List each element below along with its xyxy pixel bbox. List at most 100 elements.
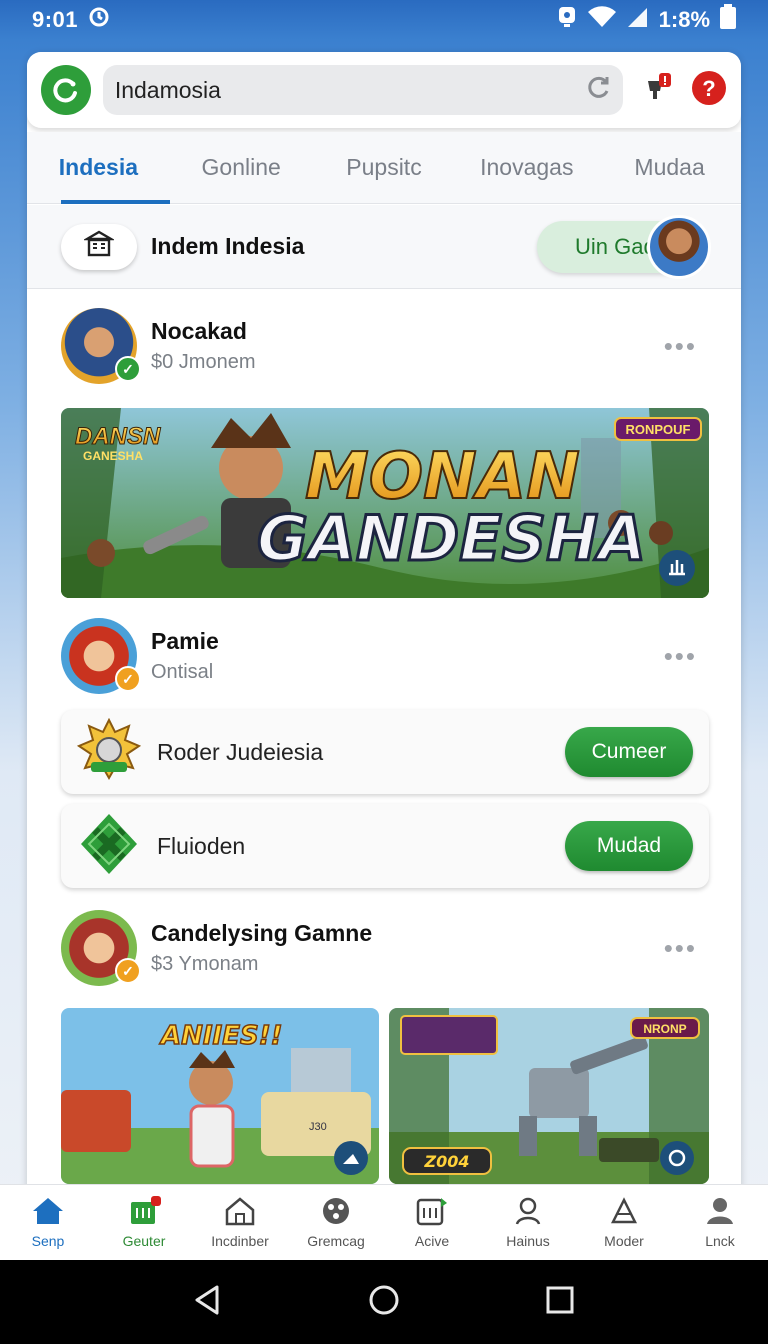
- thumb-plate: J30: [309, 1121, 327, 1133]
- person-pin-icon: [511, 1196, 545, 1229]
- post-author[interactable]: Candelysing Gamne: [151, 920, 372, 947]
- nav-label: Lnck: [705, 1233, 735, 1249]
- thumb-tag: NRONP: [643, 1022, 686, 1036]
- post-author[interactable]: Nocakad: [151, 318, 256, 345]
- featured-banner[interactable]: RONPOUF DANSN GANESHA MONAN GANDESHA: [61, 408, 709, 598]
- nav-item-gremcag[interactable]: Gremcag: [288, 1185, 384, 1260]
- more-options-icon[interactable]: •••: [664, 641, 697, 672]
- post-subtitle: $3 Ymonam: [151, 953, 259, 975]
- tab-inovagas[interactable]: Inovagas: [455, 132, 598, 203]
- search-field[interactable]: [102, 65, 623, 115]
- tab-gonline[interactable]: Gonline: [170, 132, 313, 203]
- wifi-icon: [587, 6, 617, 34]
- nav-label: Incdinber: [211, 1233, 269, 1249]
- nav-item-senp[interactable]: Senp: [0, 1185, 96, 1260]
- system-navigation-bar: [0, 1260, 768, 1344]
- help-icon: ?: [691, 70, 727, 111]
- post-header: ✓ Nocakad $0 Jmonem •••: [61, 308, 707, 384]
- game-thumbnail[interactable]: NRONP Z004: [389, 1008, 709, 1184]
- avatar[interactable]: ✓: [61, 308, 141, 384]
- building-icon: [82, 229, 116, 264]
- community-header: Indem Indesia Uin Gads: [27, 205, 741, 289]
- post-header: ✓ Candelysing Gamne $3 Ymonam •••: [61, 910, 707, 986]
- tab-indesia[interactable]: Indesia: [27, 132, 170, 204]
- game-action-button[interactable]: Mudad: [565, 821, 693, 871]
- nav-item-lnck[interactable]: Lnck: [672, 1185, 768, 1260]
- refresh-icon[interactable]: [585, 74, 611, 106]
- house-outline-icon: [223, 1196, 257, 1229]
- list-item[interactable]: Roder Judeiesia Cumeer: [61, 710, 709, 794]
- bell-icon: [643, 71, 673, 110]
- avatar[interactable]: ✓: [61, 910, 141, 986]
- nav-item-hainus[interactable]: Hainus: [480, 1185, 576, 1260]
- nav-label: Senp: [31, 1233, 65, 1249]
- activity-icon: [415, 1196, 449, 1229]
- banner-small-sub: GANESHA: [83, 449, 143, 463]
- nav-label: Moder: [604, 1233, 644, 1249]
- nav-item-moder[interactable]: Moder: [576, 1185, 672, 1260]
- gamepad-icon: [319, 1196, 353, 1229]
- avatar[interactable]: ✓: [61, 618, 141, 694]
- status-time: 9:01: [32, 7, 79, 32]
- avatar[interactable]: [647, 214, 711, 279]
- location-icon: [557, 5, 577, 35]
- post-author[interactable]: Pamie: [151, 628, 219, 655]
- bottom-navigation: Senp Geuter Incdinber Gremcag Acive Hain…: [0, 1184, 768, 1260]
- nav-item-geuter[interactable]: Geuter: [96, 1185, 192, 1260]
- banner-small-title: DANSN: [75, 423, 161, 450]
- game-thumbnail[interactable]: ANIIES!! J30: [61, 1008, 379, 1184]
- nav-label: Gremcag: [307, 1233, 365, 1249]
- more-options-icon[interactable]: •••: [664, 933, 697, 964]
- banner-art: RONPOUF DANSN GANESHA MONAN GANDESHA: [61, 408, 709, 598]
- banner-title-bottom: GANDESHA: [257, 502, 646, 575]
- nav-label: Geuter: [122, 1233, 166, 1249]
- game-title: Fluioden: [157, 832, 246, 859]
- thumb-title: ANIIES!!: [159, 1021, 282, 1051]
- thumbnail-art: NRONP Z004: [389, 1008, 709, 1184]
- battery-text: 1:8%: [658, 7, 710, 32]
- home-circle-icon[interactable]: [368, 1284, 400, 1321]
- signal-icon: [627, 6, 649, 34]
- verified-icon: ✓: [115, 958, 141, 984]
- search-bar: ?: [27, 52, 741, 128]
- post-header: ✓ Pamie Ontisal •••: [61, 618, 707, 694]
- pen-icon: [607, 1196, 641, 1229]
- help-button[interactable]: ?: [691, 70, 727, 111]
- community-icon-button[interactable]: [61, 223, 137, 270]
- notification-button[interactable]: [643, 71, 673, 110]
- banner-tag: RONPOUF: [626, 422, 691, 437]
- game-badge-icon: [76, 717, 142, 787]
- search-input[interactable]: [114, 76, 585, 104]
- tab-pupsitc[interactable]: Pupsitc: [313, 132, 456, 203]
- nav-label: Hainus: [506, 1233, 550, 1249]
- nav-label: Acive: [414, 1233, 450, 1249]
- join-button[interactable]: Uin Gads: [537, 214, 711, 279]
- list-item[interactable]: Fluioden Mudad: [61, 804, 709, 888]
- battery-icon: [720, 4, 736, 36]
- thumbnail-art: ANIIES!! J30: [61, 1008, 379, 1184]
- more-options-icon[interactable]: •••: [664, 331, 697, 362]
- game-title: Roder Judeiesia: [157, 738, 324, 765]
- back-icon[interactable]: [193, 1284, 223, 1321]
- thumbnail-action-icon: [660, 1141, 694, 1175]
- nav-item-incdinber[interactable]: Incdinber: [192, 1185, 288, 1260]
- thumb-price: Z004: [424, 1152, 470, 1171]
- tab-mudaa[interactable]: Mudaa: [598, 132, 741, 203]
- post-subtitle: $0 Jmonem: [151, 351, 256, 373]
- sync-icon: [88, 6, 110, 34]
- game-action-button[interactable]: Cumeer: [565, 727, 693, 777]
- app-logo-icon[interactable]: [41, 65, 91, 115]
- recents-icon[interactable]: [545, 1285, 575, 1320]
- post-subtitle: Ontisal: [151, 661, 214, 683]
- game-badge-icon: [77, 812, 141, 881]
- status-bar: 9:01 1:8%: [0, 0, 768, 40]
- verified-icon: ✓: [115, 666, 141, 692]
- main-card: ? Indesia Gonline Pupsitc Inovagas Mudaa…: [27, 52, 741, 1192]
- profile-icon: [703, 1196, 737, 1229]
- home-icon: [31, 1196, 65, 1229]
- community-title: Indem Indesia: [151, 233, 305, 259]
- verified-icon: ✓: [115, 356, 141, 382]
- nav-item-acive[interactable]: Acive: [384, 1185, 480, 1260]
- tab-bar: Indesia Gonline Pupsitc Inovagas Mudaa: [27, 132, 741, 204]
- store-icon: [127, 1196, 161, 1229]
